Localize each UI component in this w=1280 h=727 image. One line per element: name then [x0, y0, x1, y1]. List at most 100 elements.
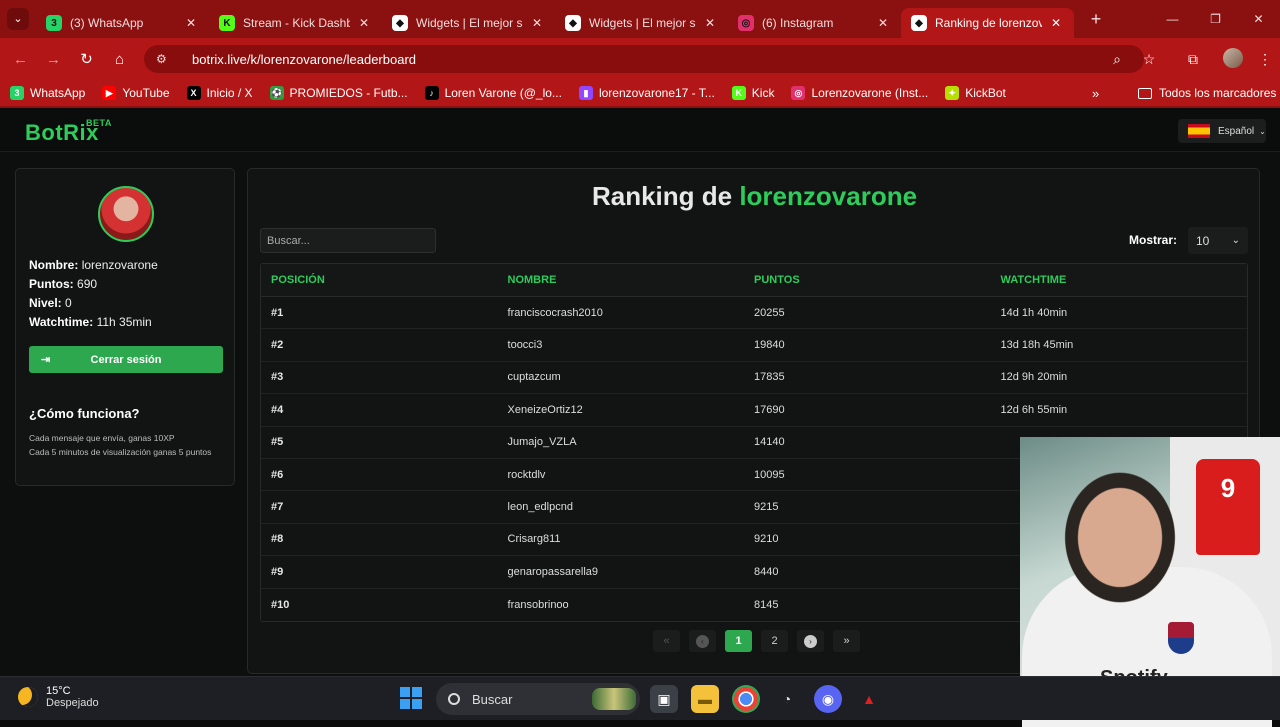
show-label: Mostrar:	[1129, 233, 1178, 247]
tab-title: Widgets | El mejor software	[416, 16, 523, 30]
how-it-works-title: ¿Cómo funciona?	[29, 406, 140, 421]
browser-tab[interactable]: K Stream - Kick Dashboard ✕	[209, 8, 382, 38]
page-size-select[interactable]: 10 ⌄	[1188, 227, 1248, 254]
bookmark-item[interactable]: 3 WhatsApp	[10, 86, 85, 100]
browser-tab[interactable]: ◆ Widgets | El mejor software ✕	[555, 8, 728, 38]
title-prefix: Ranking de	[591, 181, 733, 211]
close-tab-icon[interactable]: ✕	[875, 16, 891, 30]
task-view-icon[interactable]: ▣	[650, 685, 678, 713]
red-app-icon[interactable]: ▲	[855, 685, 883, 713]
windows-start-icon[interactable]	[400, 687, 422, 709]
name-cell: toocci3	[507, 339, 543, 352]
bookmark-item[interactable]: X Inicio / X	[186, 86, 253, 100]
back-button[interactable]: ←	[4, 38, 37, 80]
first-page-button[interactable]: «	[653, 630, 680, 652]
search-input[interactable]	[260, 228, 436, 253]
close-tab-icon[interactable]: ✕	[356, 16, 372, 30]
more-bookmarks-icon[interactable]: »	[1092, 86, 1099, 101]
botrix-logo[interactable]: BotRix BETA	[25, 118, 111, 146]
bookmark-item[interactable]: ▮ lorenzovarone17 - T...	[578, 86, 715, 100]
forward-button[interactable]: →	[37, 38, 70, 80]
browser-tab[interactable]: ◆ Ranking de lorenzovarone ✕	[901, 8, 1074, 38]
youtube-icon: ▶	[102, 86, 117, 100]
points-label: Puntos:	[29, 277, 74, 291]
bookmark-star-icon[interactable]: ☆	[1134, 51, 1164, 68]
page-1-button[interactable]: 1	[725, 630, 752, 652]
next-page-button[interactable]: ›	[797, 630, 824, 652]
profile-avatar[interactable]	[1218, 47, 1248, 71]
minimize-button[interactable]: —	[1151, 0, 1194, 38]
streamer-head	[1050, 455, 1190, 605]
watchtime-label: Watchtime:	[29, 315, 94, 329]
tiktok-icon: ♪	[424, 86, 439, 100]
close-tab-icon[interactable]: ✕	[529, 16, 545, 30]
browser-tab[interactable]: 3 (3) WhatsApp ✕	[36, 8, 209, 38]
maximize-button[interactable]: ❐	[1194, 0, 1237, 38]
window-controls: — ❐ ✕	[1151, 0, 1280, 38]
position-cell: #6	[271, 468, 284, 481]
browser-tab[interactable]: ◆ Widgets | El mejor software ✕	[382, 8, 555, 38]
level-label: Nivel:	[29, 296, 62, 310]
file-explorer-icon[interactable]: ▬	[691, 685, 719, 713]
close-tab-icon[interactable]: ✕	[183, 16, 199, 30]
browser-tab-bar: ⌄ 3 (3) WhatsApp ✕ K Stream - Kick Dashboard…	[0, 0, 1280, 38]
page-2-button[interactable]: 2	[761, 630, 788, 652]
bookmark-item[interactable]: ▶ YouTube	[102, 86, 170, 100]
last-page-button[interactable]: »	[833, 630, 860, 652]
bookmark-label: Inicio / X	[206, 86, 253, 100]
position-cell: #1	[271, 306, 284, 319]
watchtime-cell: 14d 1h 40min	[1000, 306, 1068, 319]
zoom-icon[interactable]: ⌕	[1102, 51, 1132, 68]
table-row: #4 XeneizeOrtiz12 17690 12d 6h 55min	[261, 394, 1247, 427]
prev-page-button[interactable]: ‹	[689, 630, 716, 652]
browser-tab[interactable]: ◎ (6) Instagram ✕	[728, 8, 901, 38]
column-header-watchtime[interactable]: WATCHTIME	[1001, 274, 1248, 286]
points-cell: 8440	[754, 565, 779, 578]
name-cell: XeneizeOrtiz12	[507, 403, 583, 416]
tab-title: Stream - Kick Dashboard	[243, 16, 350, 30]
bookmark-label: WhatsApp	[30, 86, 86, 100]
bookmark-item[interactable]: ⚽ PROMIEDOS - Futb...	[269, 86, 408, 100]
address-bar[interactable]: ⚙ botrix.live/k/lorenzovarone/leaderboar…	[144, 45, 1144, 73]
chrome-icon[interactable]	[732, 685, 760, 713]
tab-title: (3) WhatsApp	[70, 16, 144, 30]
tab-strip: 3(3) WhatsApp✕KStream - Kick Dashboard✕◆…	[36, 0, 1074, 38]
bookmark-item[interactable]: ♪ Loren Varone (@_lo...	[424, 86, 562, 100]
weather-widget[interactable]: 15°C Despejado	[18, 685, 99, 709]
column-header-position[interactable]: POSICIÓN	[261, 274, 508, 286]
extensions-icon[interactable]: ⧉	[1178, 51, 1208, 68]
weather-temp: 15°C	[46, 685, 71, 697]
page-title: Ranking de lorenzovarone	[248, 181, 1261, 212]
bookmark-item[interactable]: ◎ Lorenzovarone (Inst...	[791, 86, 928, 100]
close-window-button[interactable]: ✕	[1237, 0, 1280, 38]
discord-icon[interactable]: ◉	[814, 685, 842, 713]
column-header-points[interactable]: PUNTOS	[754, 274, 1001, 286]
bookmark-list: 3 WhatsApp ▶ YouTube X Inicio / X ⚽ PROMIEDOS -…	[10, 86, 1023, 100]
table-header: POSICIÓN NOMBRE PUNTOS WATCHTIME	[261, 264, 1247, 297]
home-button[interactable]: ⌂	[103, 38, 136, 80]
watchtime-value: 11h 35min	[96, 315, 152, 329]
more-menu-icon[interactable]: ⋮	[1250, 51, 1280, 68]
twitch-icon: ▮	[578, 86, 593, 100]
kick-icon: K	[731, 86, 746, 100]
new-tab-button[interactable]: +	[1084, 9, 1108, 30]
all-bookmarks-button[interactable]: Todos los marcadores	[1138, 86, 1276, 100]
logout-icon: ⇥	[41, 354, 51, 366]
close-tab-icon[interactable]: ✕	[1048, 16, 1064, 30]
close-tab-icon[interactable]: ✕	[702, 16, 718, 30]
moon-icon	[18, 687, 38, 707]
clock-app-icon[interactable]: ◔	[773, 685, 801, 713]
windows-taskbar: 15°C Despejado Buscar ▣ ▬ ◔ ◉ ▲	[0, 676, 1280, 720]
taskbar-search[interactable]: Buscar	[436, 683, 640, 715]
table-row: #2 toocci3 19840 13d 18h 45min	[261, 329, 1247, 362]
language-selector[interactable]: Español ⌄	[1178, 119, 1266, 143]
bookmark-item[interactable]: ✦ KickBot	[945, 86, 1006, 100]
bookmark-item[interactable]: K Kick	[731, 86, 774, 100]
logout-button[interactable]: ⇥ Cerrar sesión	[29, 346, 223, 373]
weather-condition: Despejado	[46, 697, 99, 709]
kick-icon: K	[219, 15, 235, 31]
tab-search-button[interactable]: ⌄	[0, 0, 36, 38]
column-header-name[interactable]: NOMBRE	[508, 274, 755, 286]
reload-button[interactable]: ↻	[70, 38, 103, 80]
site-settings-icon[interactable]: ⚙	[156, 52, 180, 66]
